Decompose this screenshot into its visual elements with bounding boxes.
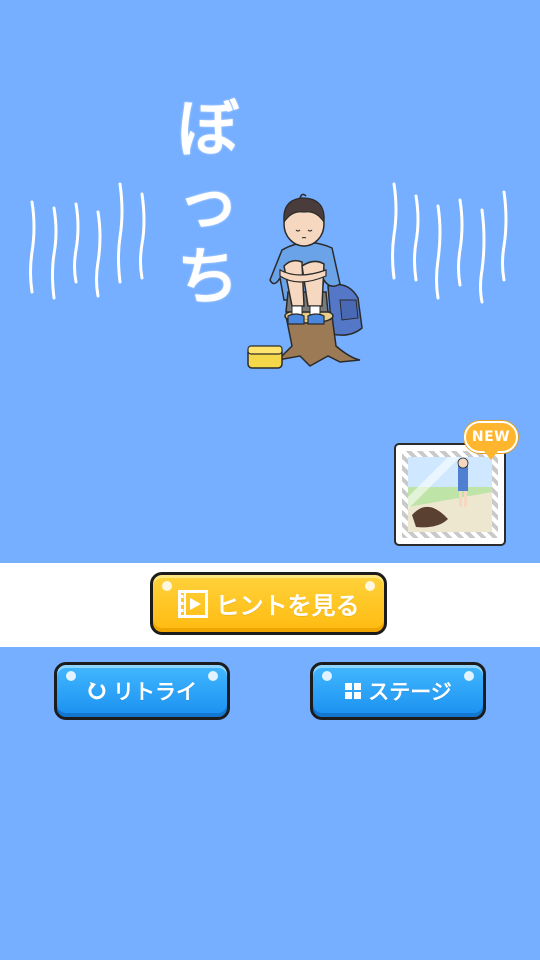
grid-icon [344,682,362,700]
button-gloss [208,671,218,681]
gloom-lines-left [29,182,146,300]
retry-button-label: リトライ [113,680,197,704]
button-gloss [365,581,375,591]
button-gloss [66,671,76,681]
new-badge: NEW [464,421,518,460]
retry-button[interactable]: リトライ [54,662,230,720]
gloom-lines-right [391,182,508,304]
button-gloss [464,671,474,681]
watch-hint-button[interactable]: ヒントを見る [150,572,387,635]
retry-arrow-icon [87,681,107,701]
title-char-2: っ [176,166,239,239]
boy-character: A [247,193,363,369]
video-play-icon [177,589,208,618]
stage-thumbnail [408,457,492,532]
title-char-3: ち [176,240,239,313]
button-gloss [162,581,172,591]
stage-select-button[interactable]: ステージ [310,662,486,720]
stage-button-label: ステージ [368,680,452,704]
hint-button-label: ヒントを見る [215,592,360,620]
stage-title: ぼ っ ち [168,92,248,314]
button-gloss [322,671,332,681]
title-char-1: ぼ [176,92,239,165]
